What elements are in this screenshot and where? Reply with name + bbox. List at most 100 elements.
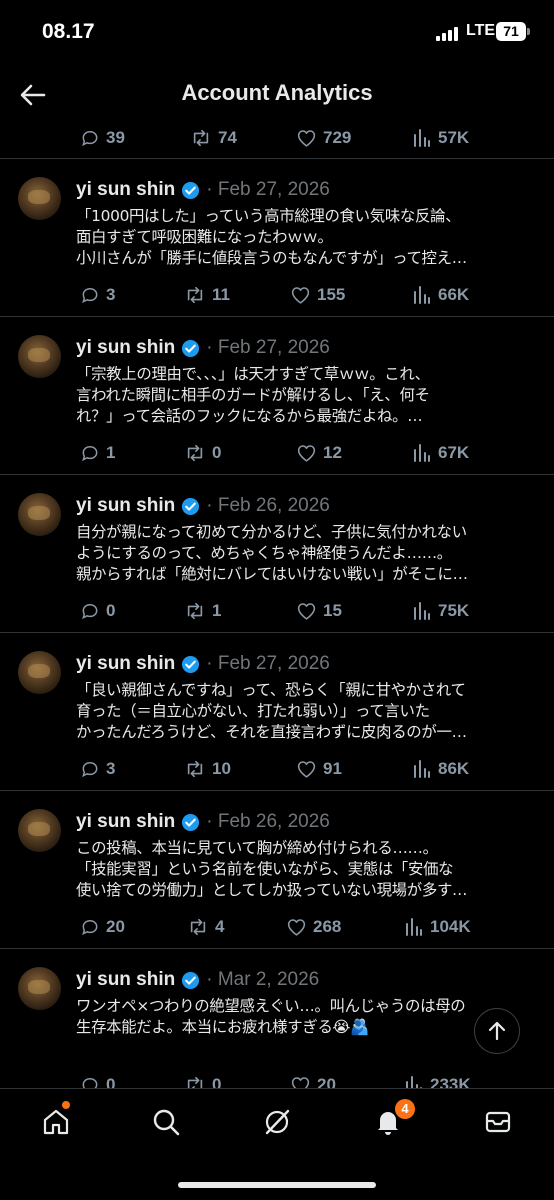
view-count[interactable]: 57K <box>412 122 469 154</box>
battery-tip <box>527 28 530 35</box>
avatar[interactable] <box>18 651 61 694</box>
reply-button[interactable]: 3 <box>80 279 115 311</box>
nav-grok[interactable] <box>260 1105 294 1139</box>
post-date[interactable]: · Feb 26, 2026 <box>206 811 330 833</box>
reply-button[interactable]: 3 <box>80 753 115 785</box>
battery-icon: 71 <box>496 22 526 41</box>
avatar[interactable] <box>18 335 61 378</box>
views-icon <box>414 286 430 304</box>
repost-button[interactable]: 0 <box>184 437 221 469</box>
repost-count-value: 0 <box>212 1075 222 1088</box>
post-text[interactable]: ワンオペ×つわりの絶望感えぐい…。叫んじゃうのは母の 生存本能だよ。本当にお疲れ… <box>76 996 538 1040</box>
verified-badge-icon <box>182 339 200 357</box>
views-button[interactable]: 233K <box>404 1069 471 1088</box>
scroll-to-top-button[interactable] <box>474 1008 520 1054</box>
arrow-up-icon <box>488 1021 506 1041</box>
heart-icon <box>297 445 316 462</box>
post-date[interactable]: · Feb 27, 2026 <box>206 337 330 359</box>
post-header: yi sun shin · Feb 27, 2026 <box>76 651 330 677</box>
post-date[interactable]: · Mar 2, 2026 <box>206 969 319 991</box>
home-notification-dot <box>62 1101 70 1109</box>
view-count-value: 104K <box>430 917 471 936</box>
view-count-value: 67K <box>438 443 470 462</box>
views-icon <box>414 129 430 147</box>
post-feed[interactable]: 39 74 729 57K yi sun shin · Feb 27, 2026… <box>0 122 554 1088</box>
grok-icon <box>265 1109 290 1135</box>
repost-button[interactable]: 11 <box>184 279 230 311</box>
heart-icon <box>291 1077 310 1088</box>
signal-icon <box>436 27 458 41</box>
like-button[interactable]: 155 <box>290 279 345 311</box>
views-button[interactable]: 86K <box>412 753 469 785</box>
status-time: 08.17 <box>42 20 95 43</box>
post-text[interactable]: 自分が親になって初めて分かるけど、子供に気付かれない ようにするのって、めちゃく… <box>76 522 538 588</box>
views-button[interactable]: 67K <box>412 437 469 469</box>
views-button[interactable]: 75K <box>412 595 469 627</box>
repost-icon <box>187 760 203 778</box>
reply-button[interactable]: 0 <box>80 1069 115 1088</box>
nav-home[interactable] <box>39 1105 73 1139</box>
like-button[interactable]: 15 <box>296 595 342 627</box>
like-count-value: 91 <box>323 759 342 778</box>
like-button[interactable]: 268 <box>286 911 341 943</box>
verified-badge-icon <box>182 497 200 515</box>
author-name[interactable]: yi sun shin <box>76 179 175 201</box>
verified-badge-icon <box>182 181 200 199</box>
post-card[interactable]: yi sun shin · Feb 26, 2026 自分が親になって初めて分か… <box>0 474 554 632</box>
reply-button[interactable]: 1 <box>80 437 115 469</box>
avatar[interactable] <box>18 177 61 220</box>
home-icon <box>43 1109 69 1135</box>
like-count[interactable]: 729 <box>296 122 351 154</box>
post-date[interactable]: · Feb 27, 2026 <box>206 179 330 201</box>
like-count-value: 268 <box>313 917 342 936</box>
post-card[interactable]: yi sun shin · Feb 27, 2026 「1000円はした」ってい… <box>0 158 554 316</box>
reply-count[interactable]: 39 <box>80 122 125 154</box>
repost-button[interactable]: 1 <box>184 595 221 627</box>
reply-button[interactable]: 20 <box>80 911 125 943</box>
post-card[interactable]: yi sun shin · Feb 27, 2026 「良い親御さんですね」って… <box>0 632 554 790</box>
author-name[interactable]: yi sun shin <box>76 337 175 359</box>
status-bar: 08.17 LTE 71 <box>0 0 554 64</box>
views-button[interactable]: 66K <box>412 279 469 311</box>
bottom-nav: 4 <box>0 1088 554 1200</box>
post-header: yi sun shin · Feb 27, 2026 <box>76 177 330 203</box>
post-text[interactable]: 「1000円はした」っていう高市総理の食い気味な反論、 面白すぎて呼吸困難になっ… <box>76 206 538 272</box>
post-card[interactable]: yi sun shin · Mar 2, 2026 ワンオペ×つわりの絶望感えぐ… <box>0 948 554 1088</box>
author-name[interactable]: yi sun shin <box>76 969 175 991</box>
post-text[interactable]: 「良い親御さんですね」って、恐らく「親に甘やかされて 育った（＝自立心がない、打… <box>76 680 538 746</box>
repost-button[interactable]: 0 <box>184 1069 221 1088</box>
like-button[interactable]: 91 <box>296 753 342 785</box>
page-header: Account Analytics <box>0 64 554 122</box>
post-date[interactable]: · Feb 26, 2026 <box>206 495 330 517</box>
repost-count-value: 1 <box>212 601 222 620</box>
post-date[interactable]: · Feb 27, 2026 <box>206 653 330 675</box>
author-name[interactable]: yi sun shin <box>76 811 175 833</box>
reply-count-value: 20 <box>106 917 125 936</box>
notification-badge: 4 <box>395 1099 415 1119</box>
like-button[interactable]: 12 <box>296 437 342 469</box>
reply-count-value: 1 <box>106 443 116 462</box>
nav-search[interactable] <box>149 1105 183 1139</box>
reply-count-value: 0 <box>106 601 116 620</box>
post-text[interactable]: 「宗教上の理由で、、、」は天才すぎて草ｗｗ。これ、 言われた瞬間に相手のガードが… <box>76 364 538 430</box>
views-button[interactable]: 104K <box>404 911 471 943</box>
nav-messages[interactable] <box>481 1105 515 1139</box>
reply-button[interactable]: 0 <box>80 595 115 627</box>
author-name[interactable]: yi sun shin <box>76 495 175 517</box>
post-card[interactable]: yi sun shin · Feb 27, 2026 「宗教上の理由で、、、」は… <box>0 316 554 474</box>
heart-icon <box>297 761 316 778</box>
reply-count-value: 3 <box>106 759 116 778</box>
author-name[interactable]: yi sun shin <box>76 653 175 675</box>
avatar[interactable] <box>18 967 61 1010</box>
heart-icon <box>287 919 306 936</box>
views-icon <box>414 760 430 778</box>
avatar[interactable] <box>18 809 61 852</box>
repost-button[interactable]: 10 <box>184 753 231 785</box>
avatar[interactable] <box>18 493 61 536</box>
repost-button[interactable]: 4 <box>187 911 224 943</box>
like-button[interactable]: 20 <box>290 1069 336 1088</box>
post-stats: 3 11 155 66K <box>0 279 554 311</box>
post-text[interactable]: この投稿、本当に見ていて胸が締め付けられる……。 「技能実習」という名前を使いな… <box>76 838 538 904</box>
post-card[interactable]: yi sun shin · Feb 26, 2026 この投稿、本当に見ていて胸… <box>0 790 554 948</box>
repost-count[interactable]: 74 <box>190 122 237 154</box>
